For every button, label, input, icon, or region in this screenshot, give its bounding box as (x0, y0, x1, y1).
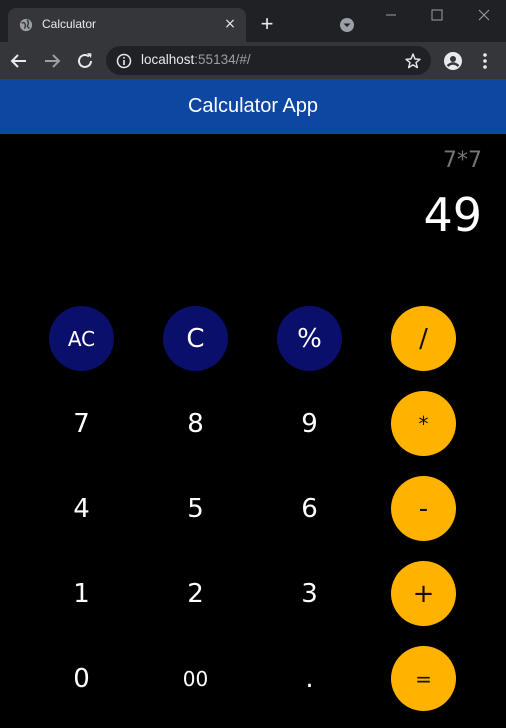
equals-button[interactable]: = (391, 646, 456, 711)
browser-titlebar: Calculator × + (0, 0, 506, 42)
result-display: 49 (423, 188, 482, 242)
percent-button[interactable]: % (277, 306, 342, 371)
close-icon[interactable]: × (222, 16, 238, 32)
reload-icon[interactable] (74, 50, 96, 72)
app-title: Calculator App (187, 95, 319, 117)
browser-toolbar: localhost:55134/#/ (0, 42, 506, 79)
clear-button[interactable]: C (163, 306, 228, 371)
kebab-menu-icon[interactable] (478, 50, 492, 72)
four-button[interactable]: 4 (49, 476, 114, 541)
url-host: localhost (141, 52, 195, 67)
zero-button[interactable]: 0 (49, 646, 114, 711)
minimize-icon[interactable] (376, 4, 406, 26)
info-icon[interactable] (116, 53, 132, 69)
browser-tab[interactable]: Calculator × (8, 8, 246, 42)
app-bar: Calculator App (0, 79, 506, 134)
two-button[interactable]: 2 (163, 561, 228, 626)
five-button[interactable]: 5 (163, 476, 228, 541)
expression-display: 7*7 (443, 148, 482, 173)
tab-search-icon[interactable] (338, 16, 356, 34)
plus-icon[interactable]: + (257, 13, 277, 35)
double-zero-button[interactable]: 00 (163, 646, 228, 711)
profile-icon[interactable] (443, 51, 463, 71)
nine-button[interactable]: 9 (277, 391, 342, 456)
url-path: :55134/#/ (194, 52, 251, 67)
six-button[interactable]: 6 (277, 476, 342, 541)
globe-icon (19, 18, 33, 32)
maximize-icon[interactable] (422, 4, 452, 26)
tab-title: Calculator (42, 17, 97, 31)
multiply-button[interactable]: * (391, 391, 456, 456)
eight-button[interactable]: 8 (163, 391, 228, 456)
seven-button[interactable]: 7 (49, 391, 114, 456)
plus-button[interactable]: + (391, 561, 456, 626)
forward-arrow-icon[interactable] (41, 50, 63, 72)
url-text: localhost:55134/#/ (141, 52, 251, 67)
decimal-button[interactable]: . (277, 646, 342, 711)
all-clear-button[interactable]: AC (49, 306, 114, 371)
one-button[interactable]: 1 (49, 561, 114, 626)
star-icon[interactable] (404, 52, 422, 70)
address-bar[interactable]: localhost:55134/#/ (106, 46, 431, 75)
back-arrow-icon[interactable] (8, 50, 30, 72)
divide-button[interactable]: / (391, 306, 456, 371)
close-window-icon[interactable] (469, 4, 499, 26)
minus-button[interactable]: - (391, 476, 456, 541)
three-button[interactable]: 3 (277, 561, 342, 626)
